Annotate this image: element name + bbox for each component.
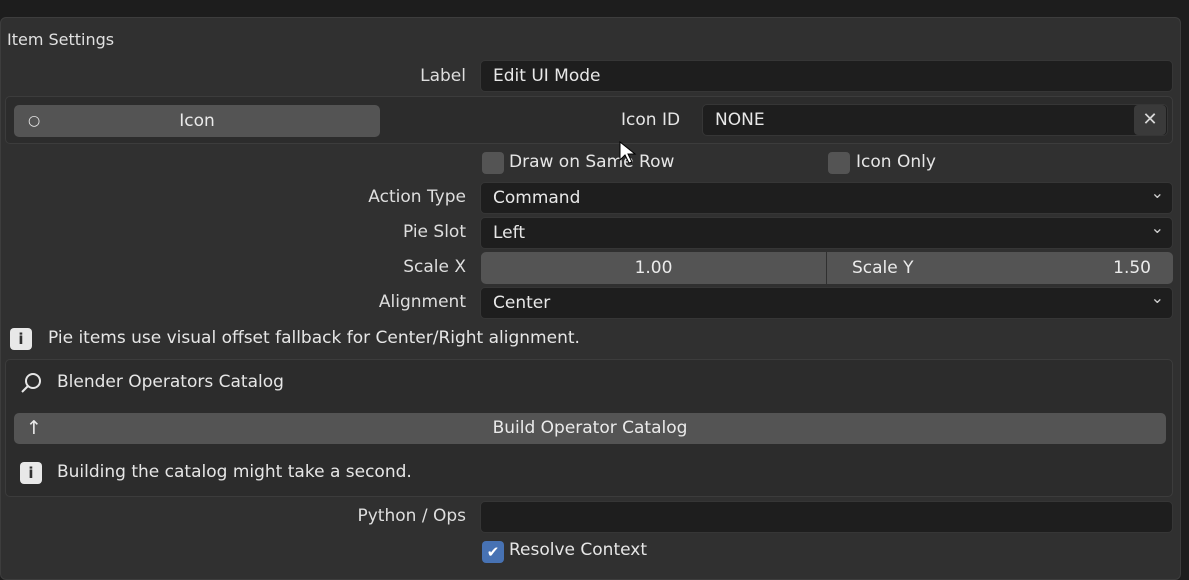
circle-icon: ○: [28, 113, 41, 129]
python-ops-label: Python / Ops: [357, 506, 467, 526]
scale-x-slider[interactable]: 1.00: [481, 252, 826, 284]
icon-id-input[interactable]: NONE: [702, 104, 1168, 136]
clear-icon-button[interactable]: ✕: [1134, 105, 1166, 135]
alignment-dropdown[interactable]: Center: [480, 283, 1173, 319]
action-type-dropdown[interactable]: Command: [480, 178, 1173, 214]
action-type-value: Command: [493, 188, 581, 208]
draw-same-row-checkbox[interactable]: [482, 152, 504, 174]
search-icon: [21, 373, 41, 393]
build-catalog-button[interactable]: ↑ Build Operator Catalog: [14, 413, 1166, 444]
python-ops-input[interactable]: [480, 501, 1173, 533]
section-title: Item Settings: [7, 30, 115, 49]
mouse-cursor-icon: [619, 140, 637, 164]
info-icon: i: [20, 462, 42, 484]
scale-y-slider[interactable]: Scale Y 1.50: [827, 252, 1173, 284]
icon-only-label: Icon Only: [856, 152, 936, 172]
scale-y-value: 1.50: [1113, 258, 1151, 278]
alignment-label: Alignment: [378, 292, 466, 312]
checkmark-icon: ✔: [486, 543, 500, 561]
resolve-context-checkbox[interactable]: ✔: [482, 541, 504, 563]
icon-id-label: Icon ID: [621, 110, 681, 130]
alignment-value: Center: [493, 293, 551, 313]
icon-only-checkbox[interactable]: [828, 152, 850, 174]
catalog-box: Blender Operators Catalog ↑ Build Operat…: [5, 359, 1173, 497]
icon-button-label: Icon: [179, 111, 215, 131]
pie-slot-value: Left: [493, 223, 525, 243]
icon-button[interactable]: ○ Icon: [14, 105, 380, 137]
build-catalog-label: Build Operator Catalog: [492, 418, 688, 438]
arrow-up-icon: ↑: [26, 417, 42, 439]
pie-slot-label: Pie Slot: [402, 222, 466, 242]
pie-info-text: Pie items use visual offset fallback for…: [48, 328, 580, 348]
catalog-info-text: Building the catalog might take a second…: [57, 462, 412, 482]
label-input[interactable]: Edit UI Mode: [480, 60, 1173, 92]
catalog-title: Blender Operators Catalog: [57, 372, 284, 392]
item-settings-panel: Item Settings Label Edit UI Mode ○ Icon …: [0, 17, 1181, 580]
icon-row-box: ○ Icon Icon ID NONE ✕: [5, 96, 1173, 144]
action-type-label: Action Type: [368, 187, 466, 207]
draw-same-row-label: Draw on Same Row: [509, 152, 675, 172]
resolve-context-label: Resolve Context: [509, 540, 648, 560]
scale-x-value: 1.00: [634, 258, 673, 278]
close-icon: ✕: [1142, 109, 1158, 130]
label-field-label: Label: [420, 66, 466, 86]
pie-slot-dropdown[interactable]: Left: [480, 213, 1173, 249]
scale-y-label: Scale Y: [852, 258, 914, 278]
info-icon: i: [10, 328, 32, 350]
scale-x-label: Scale X: [403, 257, 466, 277]
